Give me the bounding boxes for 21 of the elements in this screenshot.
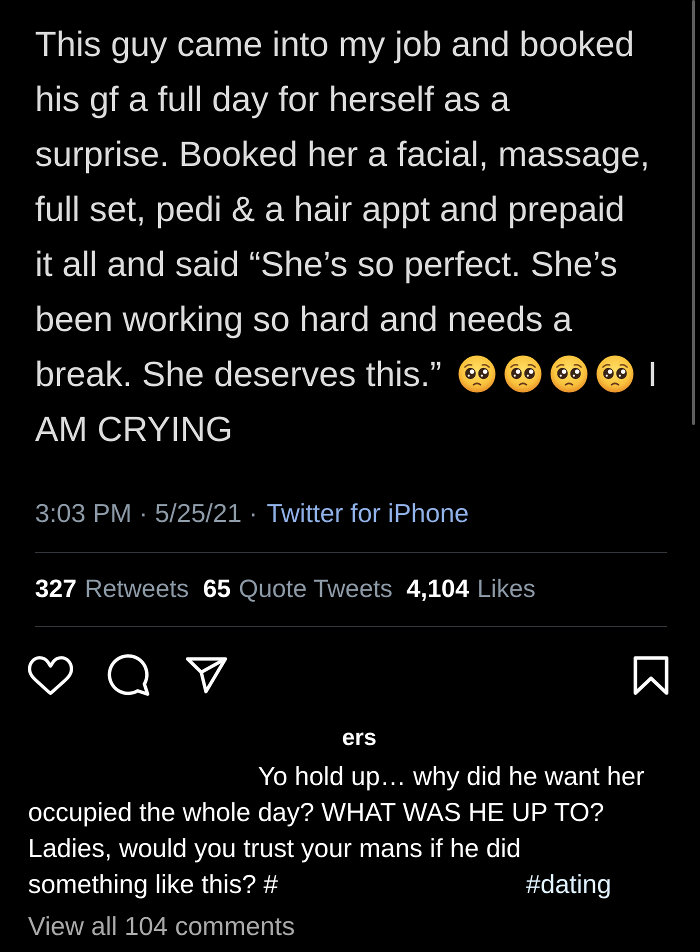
bookmark-icon[interactable] bbox=[633, 656, 669, 694]
pleading-face-icon bbox=[596, 355, 634, 393]
heart-icon[interactable] bbox=[28, 656, 73, 694]
tweet-text: This guy came into my job and booked his gf a full day for herself as a surprise. Booked her a facial, massage, full set, pedi & a hair appt and prepaid it all and said “She’s so perfect. She’s been working so hard and needs a break. She deserves this.” I AM CRYING bbox=[35, 24, 658, 451]
pleading-face-icon bbox=[504, 355, 542, 393]
tweet-source-link[interactable]: Twitter for iPhone bbox=[266, 495, 469, 531]
stat-count: 327 bbox=[35, 574, 77, 605]
hashtag-link[interactable]: #dating bbox=[526, 869, 612, 899]
speech-bubble-icon[interactable] bbox=[107, 654, 150, 696]
stat-label: Retweets bbox=[84, 574, 189, 605]
paper-plane-icon[interactable] bbox=[185, 656, 228, 694]
stat-label: Quote Tweets bbox=[238, 574, 393, 605]
liked-by-text: ers bbox=[342, 724, 377, 750]
pleading-face-icon bbox=[550, 355, 588, 393]
stat-count: 65 bbox=[202, 574, 231, 605]
tweet-timestamp: 3:03 PM · 5/25/21 · bbox=[35, 497, 258, 530]
stat-label: Likes bbox=[477, 574, 536, 605]
caption-text: Yo hold up… why did he want her occupied the whole day? WHAT WAS HE UP TO? Ladies, would you trust your mans if he did something like this? # #dating bbox=[28, 760, 646, 901]
view-comments-link[interactable]: View all 104 comments bbox=[28, 911, 295, 941]
pleading-face-icon bbox=[458, 355, 496, 393]
stat-count: 4,104 bbox=[406, 574, 470, 605]
